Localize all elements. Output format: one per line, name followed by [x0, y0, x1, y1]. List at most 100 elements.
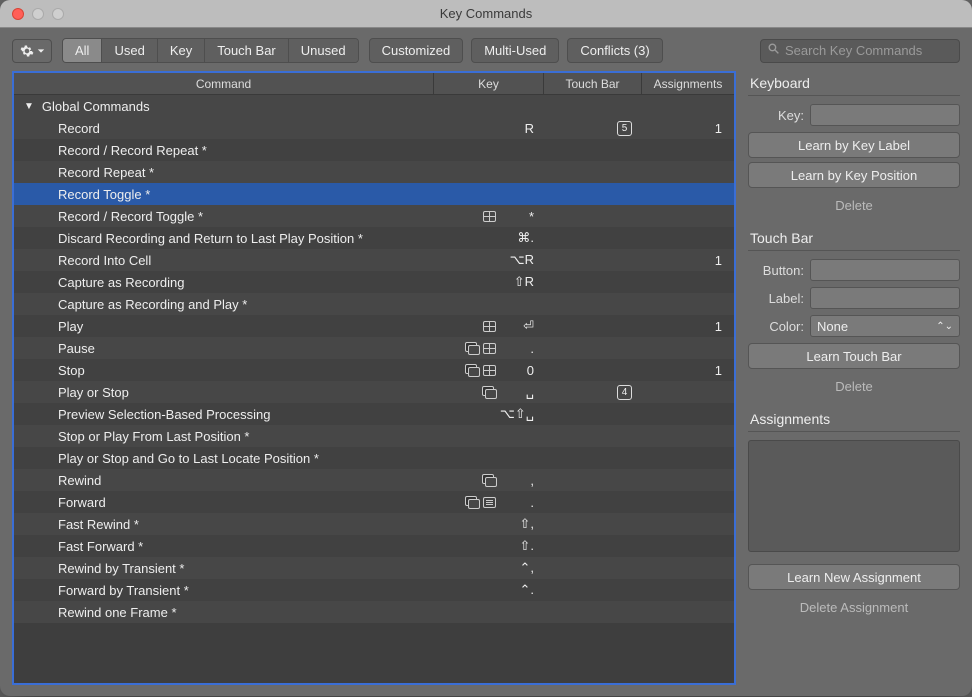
learn-by-position-button[interactable]: Learn by Key Position — [748, 162, 960, 188]
filter-unused[interactable]: Unused — [289, 39, 358, 62]
cell-touch-bar — [544, 447, 642, 469]
delete-assignment-button[interactable]: Delete Assignment — [748, 594, 960, 620]
table-row[interactable]: Record / Record Toggle ** — [14, 205, 734, 227]
cell-touch-bar — [544, 425, 642, 447]
cell-touch-bar — [544, 601, 642, 623]
cell-touch-bar — [544, 557, 642, 579]
table-row[interactable]: Record Repeat * — [14, 161, 734, 183]
cell-command: Pause — [14, 337, 434, 359]
table-row[interactable]: Record / Record Repeat * — [14, 139, 734, 161]
cell-assignments — [642, 293, 734, 315]
cell-key — [434, 293, 544, 315]
filter-touch-bar[interactable]: Touch Bar — [205, 39, 289, 62]
cell-touch-bar — [544, 271, 642, 293]
table-row[interactable]: Play or Stop␣4 — [14, 381, 734, 403]
content-area: Command Key Touch Bar Assignments ▼ Glob… — [0, 71, 972, 697]
color-field-label: Color: — [748, 319, 804, 334]
key-field[interactable] — [810, 104, 960, 126]
filter-used[interactable]: Used — [102, 39, 157, 62]
group-row[interactable]: ▼ Global Commands — [14, 95, 734, 117]
table-row[interactable]: Play or Stop and Go to Last Locate Posit… — [14, 447, 734, 469]
filter-all[interactable]: All — [63, 39, 102, 62]
cell-key: ⌥⇧␣ — [434, 403, 544, 425]
cell-touch-bar — [544, 315, 642, 337]
keyboard-delete-button[interactable]: Delete — [748, 192, 960, 218]
cell-touch-bar — [544, 513, 642, 535]
toolbar: AllUsedKeyTouch BarUnused Customized Mult… — [0, 28, 972, 71]
cell-touch-bar — [544, 469, 642, 491]
table-row[interactable]: Forward. — [14, 491, 734, 513]
table-row[interactable]: Rewind by Transient *⌃, — [14, 557, 734, 579]
table-row[interactable]: Fast Rewind *⇧, — [14, 513, 734, 535]
table-row[interactable]: RecordR51 — [14, 117, 734, 139]
cell-assignments — [642, 601, 734, 623]
cell-assignments — [642, 491, 734, 513]
touchbar-label-field[interactable] — [810, 287, 960, 309]
cell-touch-bar — [544, 139, 642, 161]
learn-touchbar-button[interactable]: Learn Touch Bar — [748, 343, 960, 369]
cell-command: Record Repeat * — [14, 161, 434, 183]
cell-touch-bar — [544, 205, 642, 227]
table-row[interactable]: Record Into Cell⌥R1 — [14, 249, 734, 271]
cell-key: ⏎ — [434, 315, 544, 337]
gear-icon — [20, 44, 34, 58]
table-row[interactable]: Fast Forward *⇧. — [14, 535, 734, 557]
table-row[interactable]: Capture as Recording⇧R — [14, 271, 734, 293]
button-field-label: Button: — [748, 263, 804, 278]
cell-command: Preview Selection-Based Processing — [14, 403, 434, 425]
color-select[interactable]: None ⌃⌄ — [810, 315, 960, 337]
table-row[interactable]: Stop or Play From Last Position * — [14, 425, 734, 447]
cell-key: R — [434, 117, 544, 139]
cell-assignments — [642, 161, 734, 183]
table-row[interactable]: Capture as Recording and Play * — [14, 293, 734, 315]
touchbar-button-field[interactable] — [810, 259, 960, 281]
cell-assignments — [642, 425, 734, 447]
table-row[interactable]: Pause. — [14, 337, 734, 359]
table-row[interactable]: Rewind one Frame * — [14, 601, 734, 623]
assignments-panel: Assignments Learn New Assignment Delete … — [748, 407, 960, 685]
cell-assignments: 1 — [642, 315, 734, 337]
touchbar-title: Touch Bar — [748, 226, 960, 251]
cell-assignments: 1 — [642, 249, 734, 271]
table-row[interactable]: Forward by Transient *⌃. — [14, 579, 734, 601]
disclosure-triangle-icon[interactable]: ▼ — [24, 101, 34, 112]
grid-context-icon — [483, 321, 496, 332]
learn-by-label-button[interactable]: Learn by Key Label — [748, 132, 960, 158]
cell-touch-bar — [544, 403, 642, 425]
filter-key[interactable]: Key — [158, 39, 205, 62]
table-row[interactable]: Rewind, — [14, 469, 734, 491]
settings-menu-button[interactable] — [12, 39, 52, 63]
cell-assignments: 1 — [642, 117, 734, 139]
chip-customized[interactable]: Customized — [369, 38, 464, 63]
col-touch-bar[interactable]: Touch Bar — [544, 73, 642, 94]
search-field[interactable] — [760, 39, 960, 63]
keyboard-panel: Keyboard Key: Learn by Key Label Learn b… — [748, 71, 960, 218]
cell-command: Fast Rewind * — [14, 513, 434, 535]
search-input[interactable] — [785, 43, 961, 58]
cell-assignments — [642, 447, 734, 469]
chip-multi-used[interactable]: Multi-Used — [471, 38, 559, 63]
cell-command: Play — [14, 315, 434, 337]
cell-key — [434, 447, 544, 469]
touchbar-delete-button[interactable]: Delete — [748, 373, 960, 399]
table-row[interactable]: Record Toggle * — [14, 183, 734, 205]
table-row[interactable]: Play⏎ 1 — [14, 315, 734, 337]
cell-command: Forward — [14, 491, 434, 513]
col-command[interactable]: Command — [14, 73, 434, 94]
grid-context-icon — [483, 211, 496, 222]
cell-touch-bar: 4 — [544, 381, 642, 403]
col-assignments[interactable]: Assignments — [642, 73, 734, 94]
cell-command: Fast Forward * — [14, 535, 434, 557]
table-row[interactable]: Preview Selection-Based Processing⌥⇧␣ — [14, 403, 734, 425]
learn-assignment-button[interactable]: Learn New Assignment — [748, 564, 960, 590]
table-row[interactable]: Stop01 — [14, 359, 734, 381]
chip-conflicts-[interactable]: Conflicts (3) — [567, 38, 662, 63]
table-row[interactable]: Discard Recording and Return to Last Pla… — [14, 227, 734, 249]
col-key[interactable]: Key — [434, 73, 544, 94]
cell-touch-bar — [544, 183, 642, 205]
stack-context-icon — [482, 386, 496, 398]
assignments-list[interactable] — [748, 440, 960, 552]
filter-segment-group: AllUsedKeyTouch BarUnused — [62, 38, 359, 63]
keys-context-icon — [483, 497, 496, 508]
cell-assignments — [642, 469, 734, 491]
